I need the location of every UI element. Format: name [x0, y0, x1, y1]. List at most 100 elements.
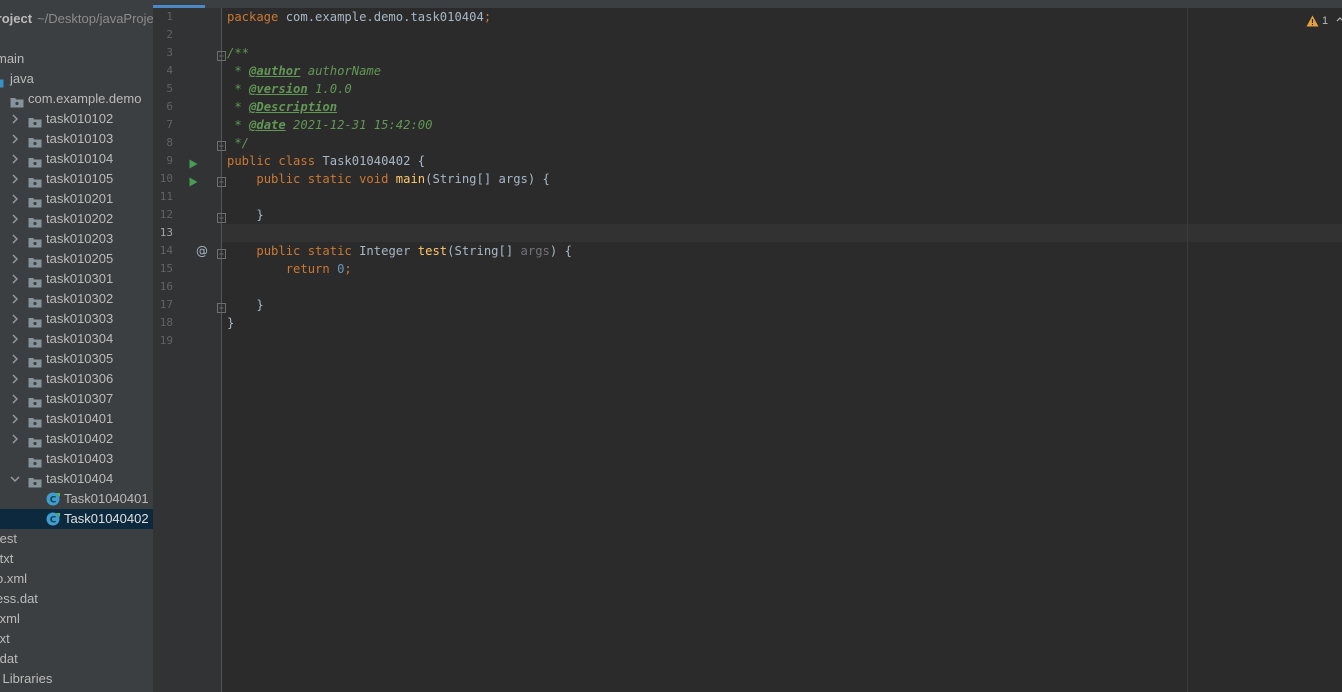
package-folder-icon	[28, 274, 42, 288]
tree-item-label: task010202	[46, 211, 114, 226]
fold-icon[interactable]	[217, 174, 226, 192]
tree-item[interactable]: task010303	[0, 309, 153, 329]
java-class-icon: C	[46, 512, 60, 526]
line-number: 16	[159, 280, 173, 293]
tree-item-label: task010403	[46, 451, 114, 466]
tree-item[interactable]: task010403	[0, 449, 153, 469]
tree-item-label: task010301	[46, 271, 114, 286]
package-folder-icon	[28, 234, 42, 248]
code-line: * @date 2021-12-31 15:42:00	[227, 116, 432, 134]
chevron-right-icon[interactable]	[10, 249, 22, 269]
chevron-right-icon[interactable]	[10, 329, 22, 349]
chevron-right-icon[interactable]	[10, 149, 22, 169]
tree-item[interactable]: task010202	[0, 209, 153, 229]
project-title: Project	[0, 11, 33, 26]
code-line: package com.example.demo.task010404;	[227, 8, 491, 26]
chevron-down-icon[interactable]	[10, 469, 22, 489]
tree-item[interactable]: .xml	[0, 609, 153, 629]
tree-item[interactable]: task010105	[0, 169, 153, 189]
chevron-right-icon[interactable]	[10, 409, 22, 429]
line-number: 6	[166, 100, 173, 113]
code-token: ) {	[549, 244, 572, 258]
run-icon[interactable]	[189, 174, 198, 192]
package-folder-icon	[28, 374, 42, 388]
chevron-right-icon[interactable]	[10, 349, 22, 369]
tree-item-label: Task01040401	[64, 491, 149, 506]
tree-item[interactable]: task010401	[0, 409, 153, 429]
tree-item-label: l Libraries	[0, 671, 53, 686]
code-token: 1.0.0	[307, 82, 352, 96]
tree-item[interactable]: main	[0, 49, 153, 69]
tree-item-label: task010304	[46, 331, 114, 346]
tree-item[interactable]: l Libraries	[0, 669, 153, 689]
code-line: * @author authorName	[227, 62, 381, 80]
tree-item[interactable]: task010302	[0, 289, 153, 309]
package-folder-icon	[28, 134, 42, 148]
tree-item[interactable]: C Task01040401	[0, 489, 153, 509]
annotation-at-icon[interactable]: @	[196, 242, 208, 260]
tree-item[interactable]: com.example.demo	[0, 89, 153, 109]
code-token: public class	[227, 154, 323, 168]
run-icon[interactable]	[189, 156, 198, 174]
tree-item[interactable]: task010306	[0, 369, 153, 389]
code-token: */	[227, 136, 250, 150]
tree-item[interactable]: java	[0, 69, 153, 89]
line-number: 19	[159, 334, 173, 347]
tree-item[interactable]: .dat	[0, 649, 153, 669]
chevron-right-icon[interactable]	[10, 429, 22, 449]
tree-item[interactable]: task010104	[0, 149, 153, 169]
fold-icon[interactable]	[217, 300, 226, 318]
code-token: @Description	[249, 100, 338, 114]
tree-item[interactable]: task010205	[0, 249, 153, 269]
tree-item[interactable]: task010305	[0, 349, 153, 369]
svg-text:C: C	[50, 496, 57, 506]
chevron-right-icon[interactable]	[10, 269, 22, 289]
code-token: main	[395, 172, 426, 186]
chevron-right-icon[interactable]	[10, 209, 22, 229]
tree-item[interactable]: task010304	[0, 329, 153, 349]
chevron-right-icon[interactable]	[10, 169, 22, 189]
tree-item-label: .xml	[0, 611, 20, 626]
code-token: test	[417, 244, 448, 258]
tree-item[interactable]: task010301	[0, 269, 153, 289]
chevron-up-icon[interactable]	[1336, 16, 1342, 22]
chevron-right-icon[interactable]	[10, 189, 22, 209]
project-panel-header[interactable]: Project ~/Desktop/javaProject	[0, 9, 153, 29]
tree-item[interactable]: task010201	[0, 189, 153, 209]
tree-item[interactable]: task010402	[0, 429, 153, 449]
chevron-right-icon[interactable]	[10, 129, 22, 149]
java-class-icon: C	[46, 492, 60, 506]
code-token: ;	[483, 10, 492, 24]
fold-icon[interactable]	[217, 210, 226, 228]
code-token: authorName	[300, 64, 382, 78]
chevron-right-icon[interactable]	[10, 289, 22, 309]
chevron-right-icon[interactable]	[10, 389, 22, 409]
fold-icon[interactable]	[217, 246, 226, 264]
tree-item[interactable]: task010103	[0, 129, 153, 149]
tree-item[interactable]: test	[0, 529, 153, 549]
tree-item[interactable]: o.xml	[0, 569, 153, 589]
line-number: 4	[166, 64, 173, 77]
tree-item[interactable]: task010102	[0, 109, 153, 129]
code-line: }	[227, 296, 263, 314]
code-token: *	[227, 118, 250, 132]
chevron-right-icon[interactable]	[10, 309, 22, 329]
tree-item-label: task010203	[46, 231, 114, 246]
package-folder-icon	[28, 194, 42, 208]
chevron-right-icon[interactable]	[10, 229, 22, 249]
line-number: 12	[159, 208, 173, 221]
tree-item[interactable]: C Task01040402	[0, 509, 153, 529]
tree-item[interactable]: task010404	[0, 469, 153, 489]
fold-icon[interactable]	[217, 138, 226, 156]
tree-item-label: task010307	[46, 391, 114, 406]
tree-item-label: task010103	[46, 131, 114, 146]
tree-item[interactable]: .txt	[0, 549, 153, 569]
chevron-right-icon[interactable]	[10, 109, 22, 129]
tree-item[interactable]: txt	[0, 629, 153, 649]
tree-item[interactable]: ess.dat	[0, 589, 153, 609]
tree-item[interactable]: task010307	[0, 389, 153, 409]
fold-icon[interactable]	[217, 48, 226, 66]
chevron-right-icon[interactable]	[10, 369, 22, 389]
tree-item[interactable]: task010203	[0, 229, 153, 249]
line-number: 17	[159, 298, 173, 311]
